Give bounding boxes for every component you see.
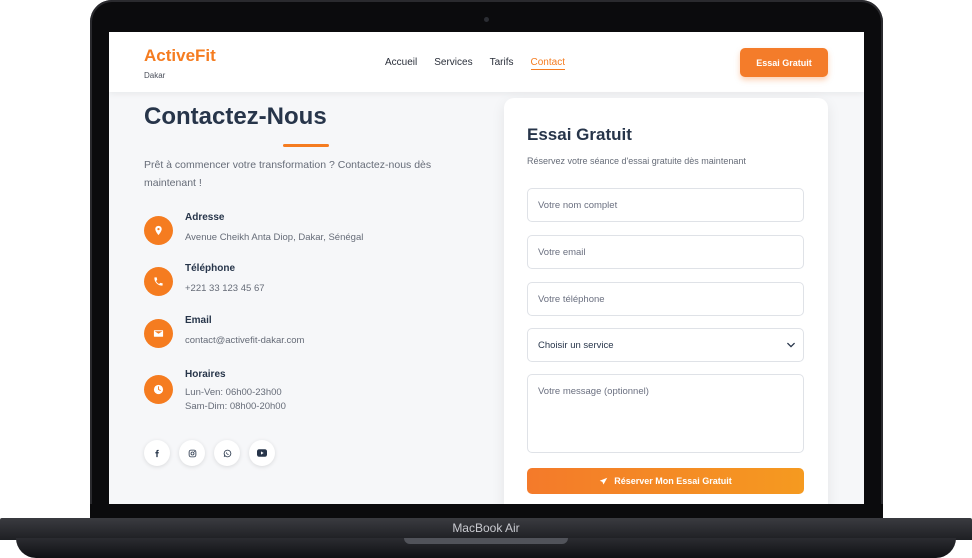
clock-icon [144, 375, 173, 404]
nav-tarifs[interactable]: Tarifs [490, 57, 514, 70]
youtube-icon[interactable] [249, 440, 275, 466]
phone-text[interactable]: +221 33 123 45 67 [185, 282, 265, 296]
logo-location: Dakar [144, 71, 166, 80]
main-nav: Accueil Services Tarifs Contact [385, 57, 582, 70]
service-select[interactable]: Choisir un service [527, 328, 804, 362]
service-select-value: Choisir un service [538, 339, 614, 351]
instagram-icon[interactable] [179, 440, 205, 466]
page-title: Contactez-Nous [144, 103, 327, 130]
whatsapp-icon[interactable] [214, 440, 240, 466]
phone-title: Téléphone [185, 263, 236, 274]
reserve-trial-button[interactable]: Réserver Mon Essai Gratuit [527, 468, 804, 494]
facebook-icon[interactable] [144, 440, 170, 466]
chevron-down-icon [787, 342, 795, 348]
reserve-trial-label: Réserver Mon Essai Gratuit [614, 476, 732, 486]
title-underline [283, 144, 329, 147]
email-title: Email [185, 315, 212, 326]
social-links [144, 440, 275, 466]
nav-contact[interactable]: Contact [530, 57, 565, 70]
webcam-icon [484, 17, 489, 22]
intro-text: Prêt à commencer votre transformation ? … [144, 159, 432, 189]
form-subtitle: Réservez votre séance d'essai gratuite d… [527, 156, 746, 166]
free-trial-button[interactable]: Essai Gratuit [740, 48, 828, 77]
form-title: Essai Gratuit [527, 125, 632, 144]
trial-form-card: Essai Gratuit Réservez votre séance d'es… [504, 98, 828, 504]
site-header: ActiveFit Dakar Accueil Services Tarifs … [109, 32, 864, 92]
name-input[interactable]: Votre nom complet [527, 188, 804, 222]
message-textarea[interactable]: Votre message (optionnel) [527, 374, 804, 453]
screen: ActiveFit Dakar Accueil Services Tarifs … [109, 32, 864, 504]
hours-weekend: Sam-Dim: 08h00-20h00 [185, 401, 286, 412]
address-text: Avenue Cheikh Anta Diop, Dakar, Sénégal [185, 232, 364, 243]
hours-weekdays: Lun-Ven: 06h00-23h00 [185, 387, 282, 398]
phone-input[interactable]: Votre téléphone [527, 282, 804, 316]
send-icon [599, 477, 608, 484]
nav-accueil[interactable]: Accueil [385, 57, 417, 70]
nav-services[interactable]: Services [434, 57, 472, 70]
email-text[interactable]: contact@activefit-dakar.com [185, 334, 304, 348]
location-pin-icon [144, 216, 173, 245]
address-title: Adresse [185, 212, 225, 223]
logo[interactable]: ActiveFit [144, 46, 216, 66]
hours-title: Horaires [185, 369, 226, 380]
laptop-notch [404, 538, 568, 544]
phone-icon [144, 267, 173, 296]
device-label: MacBook Air [452, 521, 520, 535]
email-input[interactable]: Votre email [527, 235, 804, 269]
envelope-icon [144, 319, 173, 348]
